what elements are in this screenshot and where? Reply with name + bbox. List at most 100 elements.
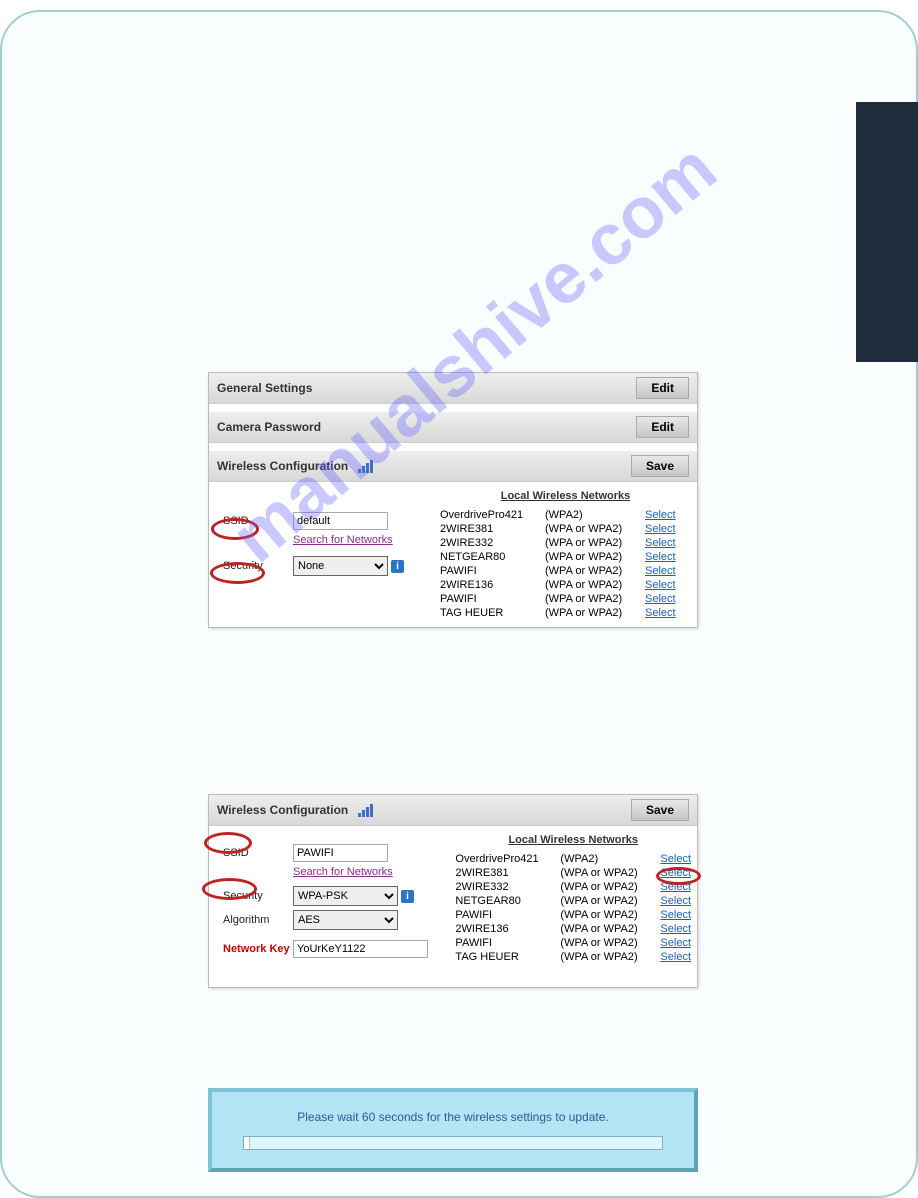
settings-panel-1: General Settings Edit Camera Password Ed… bbox=[208, 372, 698, 628]
network-name: 2WIRE332 bbox=[455, 881, 560, 893]
wireless-save-button-1[interactable]: Save bbox=[631, 455, 689, 477]
network-security: (WPA or WPA2) bbox=[545, 593, 645, 605]
security-select-2[interactable]: WPA-PSK bbox=[293, 886, 398, 906]
network-row: 2WIRE381(WPA or WPA2)Select bbox=[440, 522, 691, 536]
security-label-1: Security bbox=[223, 560, 293, 572]
network-name: OverdrivePro421 bbox=[440, 509, 545, 521]
network-name: PAWIFI bbox=[455, 937, 560, 949]
network-row: 2WIRE136(WPA or WPA2)Select bbox=[455, 922, 691, 936]
network-key-label: Network Key bbox=[223, 943, 293, 955]
network-security: (WPA or WPA2) bbox=[560, 951, 660, 963]
select-link[interactable]: Select bbox=[645, 607, 676, 619]
network-security: (WPA or WPA2) bbox=[545, 551, 645, 563]
network-name: OverdrivePro421 bbox=[455, 853, 560, 865]
security-label-2: Security bbox=[223, 890, 293, 902]
info-icon[interactable]: i bbox=[391, 560, 404, 573]
wireless-config-title-2: Wireless Configuration bbox=[217, 803, 348, 817]
network-security: (WPA2) bbox=[560, 853, 660, 865]
network-row: PAWIFI(WPA or WPA2)Select bbox=[455, 936, 691, 950]
select-link[interactable]: Select bbox=[660, 951, 691, 963]
ssid-input-2[interactable] bbox=[293, 844, 388, 862]
progress-fill bbox=[244, 1137, 250, 1149]
network-row: NETGEAR80(WPA or WPA2)Select bbox=[440, 550, 691, 564]
algorithm-select[interactable]: AES bbox=[293, 910, 398, 930]
network-name: PAWIFI bbox=[440, 593, 545, 605]
network-row: TAG HEUER(WPA or WPA2)Select bbox=[440, 606, 691, 620]
network-row: OverdrivePro421(WPA2)Select bbox=[455, 852, 691, 866]
network-row: PAWIFI(WPA or WPA2)Select bbox=[440, 592, 691, 606]
network-row: PAWIFI(WPA or WPA2)Select bbox=[455, 908, 691, 922]
select-link[interactable]: Select bbox=[645, 579, 676, 591]
wireless-config-header-1: Wireless Configuration Save bbox=[209, 451, 697, 482]
select-link[interactable]: Select bbox=[645, 565, 676, 577]
network-name: 2WIRE381 bbox=[440, 523, 545, 535]
ssid-input-1[interactable] bbox=[293, 512, 388, 530]
ssid-label-2: SSID bbox=[223, 847, 293, 859]
network-name: NETGEAR80 bbox=[455, 895, 560, 907]
select-link[interactable]: Select bbox=[660, 881, 691, 893]
wait-message: Please wait 60 seconds for the wireless … bbox=[212, 1110, 694, 1124]
password-edit-button[interactable]: Edit bbox=[636, 416, 689, 438]
network-security: (WPA or WPA2) bbox=[545, 537, 645, 549]
network-security: (WPA2) bbox=[545, 509, 645, 521]
network-security: (WPA or WPA2) bbox=[545, 565, 645, 577]
select-link[interactable]: Select bbox=[660, 923, 691, 935]
network-row: OverdrivePro421(WPA2)Select bbox=[440, 508, 691, 522]
network-name: TAG HEUER bbox=[440, 607, 545, 619]
select-link[interactable]: Select bbox=[660, 909, 691, 921]
progress-bar bbox=[243, 1136, 663, 1150]
search-networks-link-1[interactable]: Search for Networks bbox=[293, 534, 393, 546]
network-name: 2WIRE136 bbox=[455, 923, 560, 935]
general-settings-title: General Settings bbox=[217, 381, 312, 395]
select-link[interactable]: Select bbox=[645, 509, 676, 521]
network-name: 2WIRE136 bbox=[440, 579, 545, 591]
network-row: PAWIFI(WPA or WPA2)Select bbox=[440, 564, 691, 578]
network-security: (WPA or WPA2) bbox=[560, 923, 660, 935]
network-name: TAG HEUER bbox=[455, 951, 560, 963]
settings-panel-2: Wireless Configuration Save SSID Search … bbox=[208, 794, 698, 988]
select-link[interactable]: Select bbox=[660, 937, 691, 949]
select-link[interactable]: Select bbox=[645, 593, 676, 605]
info-icon[interactable]: i bbox=[401, 890, 414, 903]
select-link[interactable]: Select bbox=[645, 523, 676, 535]
network-security: (WPA or WPA2) bbox=[560, 867, 660, 879]
wireless-save-button-2[interactable]: Save bbox=[631, 799, 689, 821]
camera-password-title: Camera Password bbox=[217, 420, 321, 434]
network-row: NETGEAR80(WPA or WPA2)Select bbox=[455, 894, 691, 908]
network-row: 2WIRE381(WPA or WPA2)Select bbox=[455, 866, 691, 880]
select-link[interactable]: Select bbox=[645, 537, 676, 549]
network-name: PAWIFI bbox=[440, 565, 545, 577]
side-tab bbox=[856, 102, 918, 362]
ssid-label-1: SSID bbox=[223, 515, 293, 527]
general-settings-header: General Settings Edit bbox=[209, 373, 697, 404]
network-row: 2WIRE136(WPA or WPA2)Select bbox=[440, 578, 691, 592]
local-networks-title-2: Local Wireless Networks bbox=[508, 834, 638, 846]
select-link[interactable]: Select bbox=[660, 853, 691, 865]
search-networks-link-2[interactable]: Search for Networks bbox=[293, 866, 393, 878]
network-row: 2WIRE332(WPA or WPA2)Select bbox=[440, 536, 691, 550]
network-key-input[interactable] bbox=[293, 940, 428, 958]
signal-icon bbox=[358, 461, 372, 473]
wireless-config-title-1: Wireless Configuration bbox=[217, 459, 348, 473]
network-name: 2WIRE332 bbox=[440, 537, 545, 549]
security-select-1[interactable]: None bbox=[293, 556, 388, 576]
network-name: NETGEAR80 bbox=[440, 551, 545, 563]
network-name: 2WIRE381 bbox=[455, 867, 560, 879]
select-link[interactable]: Select bbox=[660, 867, 691, 879]
network-security: (WPA or WPA2) bbox=[545, 523, 645, 535]
network-security: (WPA or WPA2) bbox=[560, 909, 660, 921]
network-security: (WPA or WPA2) bbox=[560, 895, 660, 907]
signal-icon bbox=[358, 805, 372, 817]
camera-password-header: Camera Password Edit bbox=[209, 412, 697, 443]
network-list-2: OverdrivePro421(WPA2)Select2WIRE381(WPA … bbox=[455, 852, 691, 964]
general-edit-button[interactable]: Edit bbox=[636, 377, 689, 399]
network-security: (WPA or WPA2) bbox=[560, 881, 660, 893]
select-link[interactable]: Select bbox=[645, 551, 676, 563]
network-name: PAWIFI bbox=[455, 909, 560, 921]
local-networks-title-1: Local Wireless Networks bbox=[501, 490, 631, 502]
select-link[interactable]: Select bbox=[660, 895, 691, 907]
network-row: 2WIRE332(WPA or WPA2)Select bbox=[455, 880, 691, 894]
network-security: (WPA or WPA2) bbox=[545, 579, 645, 591]
algorithm-label: Algorithm bbox=[223, 914, 293, 926]
wait-panel: Please wait 60 seconds for the wireless … bbox=[208, 1088, 698, 1172]
